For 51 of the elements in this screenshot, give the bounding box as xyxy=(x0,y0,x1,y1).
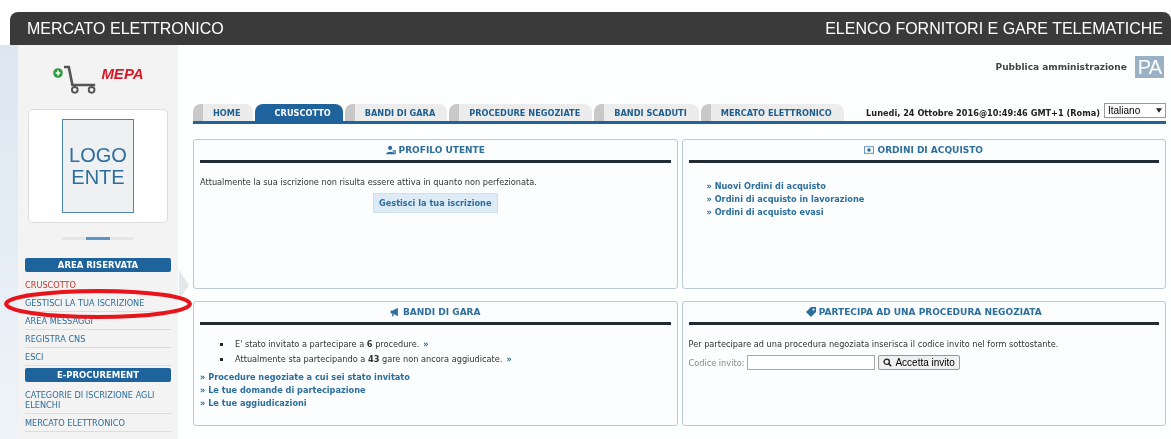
sidebar-item[interactable]: ESCI xyxy=(25,348,171,365)
more-link[interactable]: » xyxy=(423,339,429,349)
field-label: Codice invito: xyxy=(688,357,745,368)
accept-button[interactable]: Accetta invito xyxy=(878,355,960,370)
info-text: Attualmente sta partecipando a 43 gare non ancora aggiudicate. xyxy=(235,354,503,364)
sidebar-item[interactable]: CATEGORIE DI ISCRIZIONE AGLI ELENCHI xyxy=(25,386,171,413)
order-link[interactable]: » Ordini di acquisto evasi xyxy=(706,207,1159,217)
section-header: AREA RISERVATA xyxy=(25,258,171,272)
bullet-icon xyxy=(220,357,223,361)
bullet-icon xyxy=(220,342,223,346)
nav-tab[interactable]: BANDI SCADUTI xyxy=(594,104,699,121)
megaphone-icon xyxy=(390,307,400,317)
info-text: E' stato invitato a partecipare a 6 procedure. xyxy=(235,339,420,349)
site-subtitle: ELENCO FORNITORI E GARE TELEMATICHE xyxy=(825,19,1163,38)
sidebar-item[interactable]: AREA MESSAGGI xyxy=(25,312,171,329)
dropdown-icon xyxy=(1156,108,1162,113)
panel-title: PARTECIPA AD UNA PROCEDURA NEGOZIATA xyxy=(818,307,1042,317)
tender-link[interactable]: » Procedure negoziate a cui sei stato invitato xyxy=(200,372,671,382)
status-text: Attualmente la sua iscrizione non risulta essere attiva in quanto non perfezionata. xyxy=(200,177,538,187)
banknote-icon xyxy=(864,145,875,155)
tag-icon xyxy=(805,307,816,317)
tender-link[interactable]: » Le tue domande di partecipazione xyxy=(200,385,671,395)
more-link[interactable]: » xyxy=(506,354,512,364)
language-select[interactable]: Italiano xyxy=(1104,103,1166,118)
pa-logo: PA xyxy=(1134,56,1164,78)
order-link[interactable]: » Ordini di acquisto in lavorazione xyxy=(706,194,1159,204)
site-title: MERCATO ELETTRONICO xyxy=(27,19,224,38)
sidebar-item[interactable]: REGISTRA CNS xyxy=(25,330,171,347)
instruction-text: Per partecipare ad una procedura negoziata inserisca il codice invito nel form sottostante. xyxy=(688,339,1060,349)
panel-title: PROFILO UTENTE xyxy=(398,145,485,155)
nav-tab[interactable]: PROCEDURE NEGOZIATE xyxy=(449,104,593,121)
manage-button[interactable]: Gestisci la tua iscrizione xyxy=(373,193,498,213)
sidebar-item[interactable]: MERCATO ELETTRONICO xyxy=(25,414,171,431)
nav-tab[interactable]: HOME xyxy=(193,104,253,121)
tender-link[interactable]: » Le tue aggiudicazioni xyxy=(200,398,671,408)
date-time: Lunedi, 24 Ottobre 2016@10:49:46 GMT+1 (Roma) xyxy=(866,108,1100,118)
invite-code-field[interactable] xyxy=(747,355,876,370)
panel-title: ORDINI DI ACQUISTO xyxy=(877,145,983,155)
section-header: E-PROCUREMENT xyxy=(25,368,171,382)
logo-text: MEPA xyxy=(101,64,144,82)
nav-tab[interactable]: CRUSCOTTO xyxy=(254,104,343,121)
order-link[interactable]: » Nuovi Ordini di acquisto xyxy=(706,181,1159,191)
sidebar-item[interactable]: CRUSCOTTO xyxy=(25,276,171,293)
nav-tab[interactable]: MERCATO ELETTRONICO xyxy=(700,104,844,121)
search-icon xyxy=(883,358,893,367)
nav-tab[interactable]: BANDI DI GARA xyxy=(344,104,448,121)
panel-title: BANDI DI GARA xyxy=(403,307,481,317)
logo-text: ENTE xyxy=(71,166,125,188)
user-icon xyxy=(385,145,396,155)
organization-label: Pubblica amministrazione xyxy=(995,62,1127,72)
logo-text: LOGO xyxy=(69,144,127,166)
